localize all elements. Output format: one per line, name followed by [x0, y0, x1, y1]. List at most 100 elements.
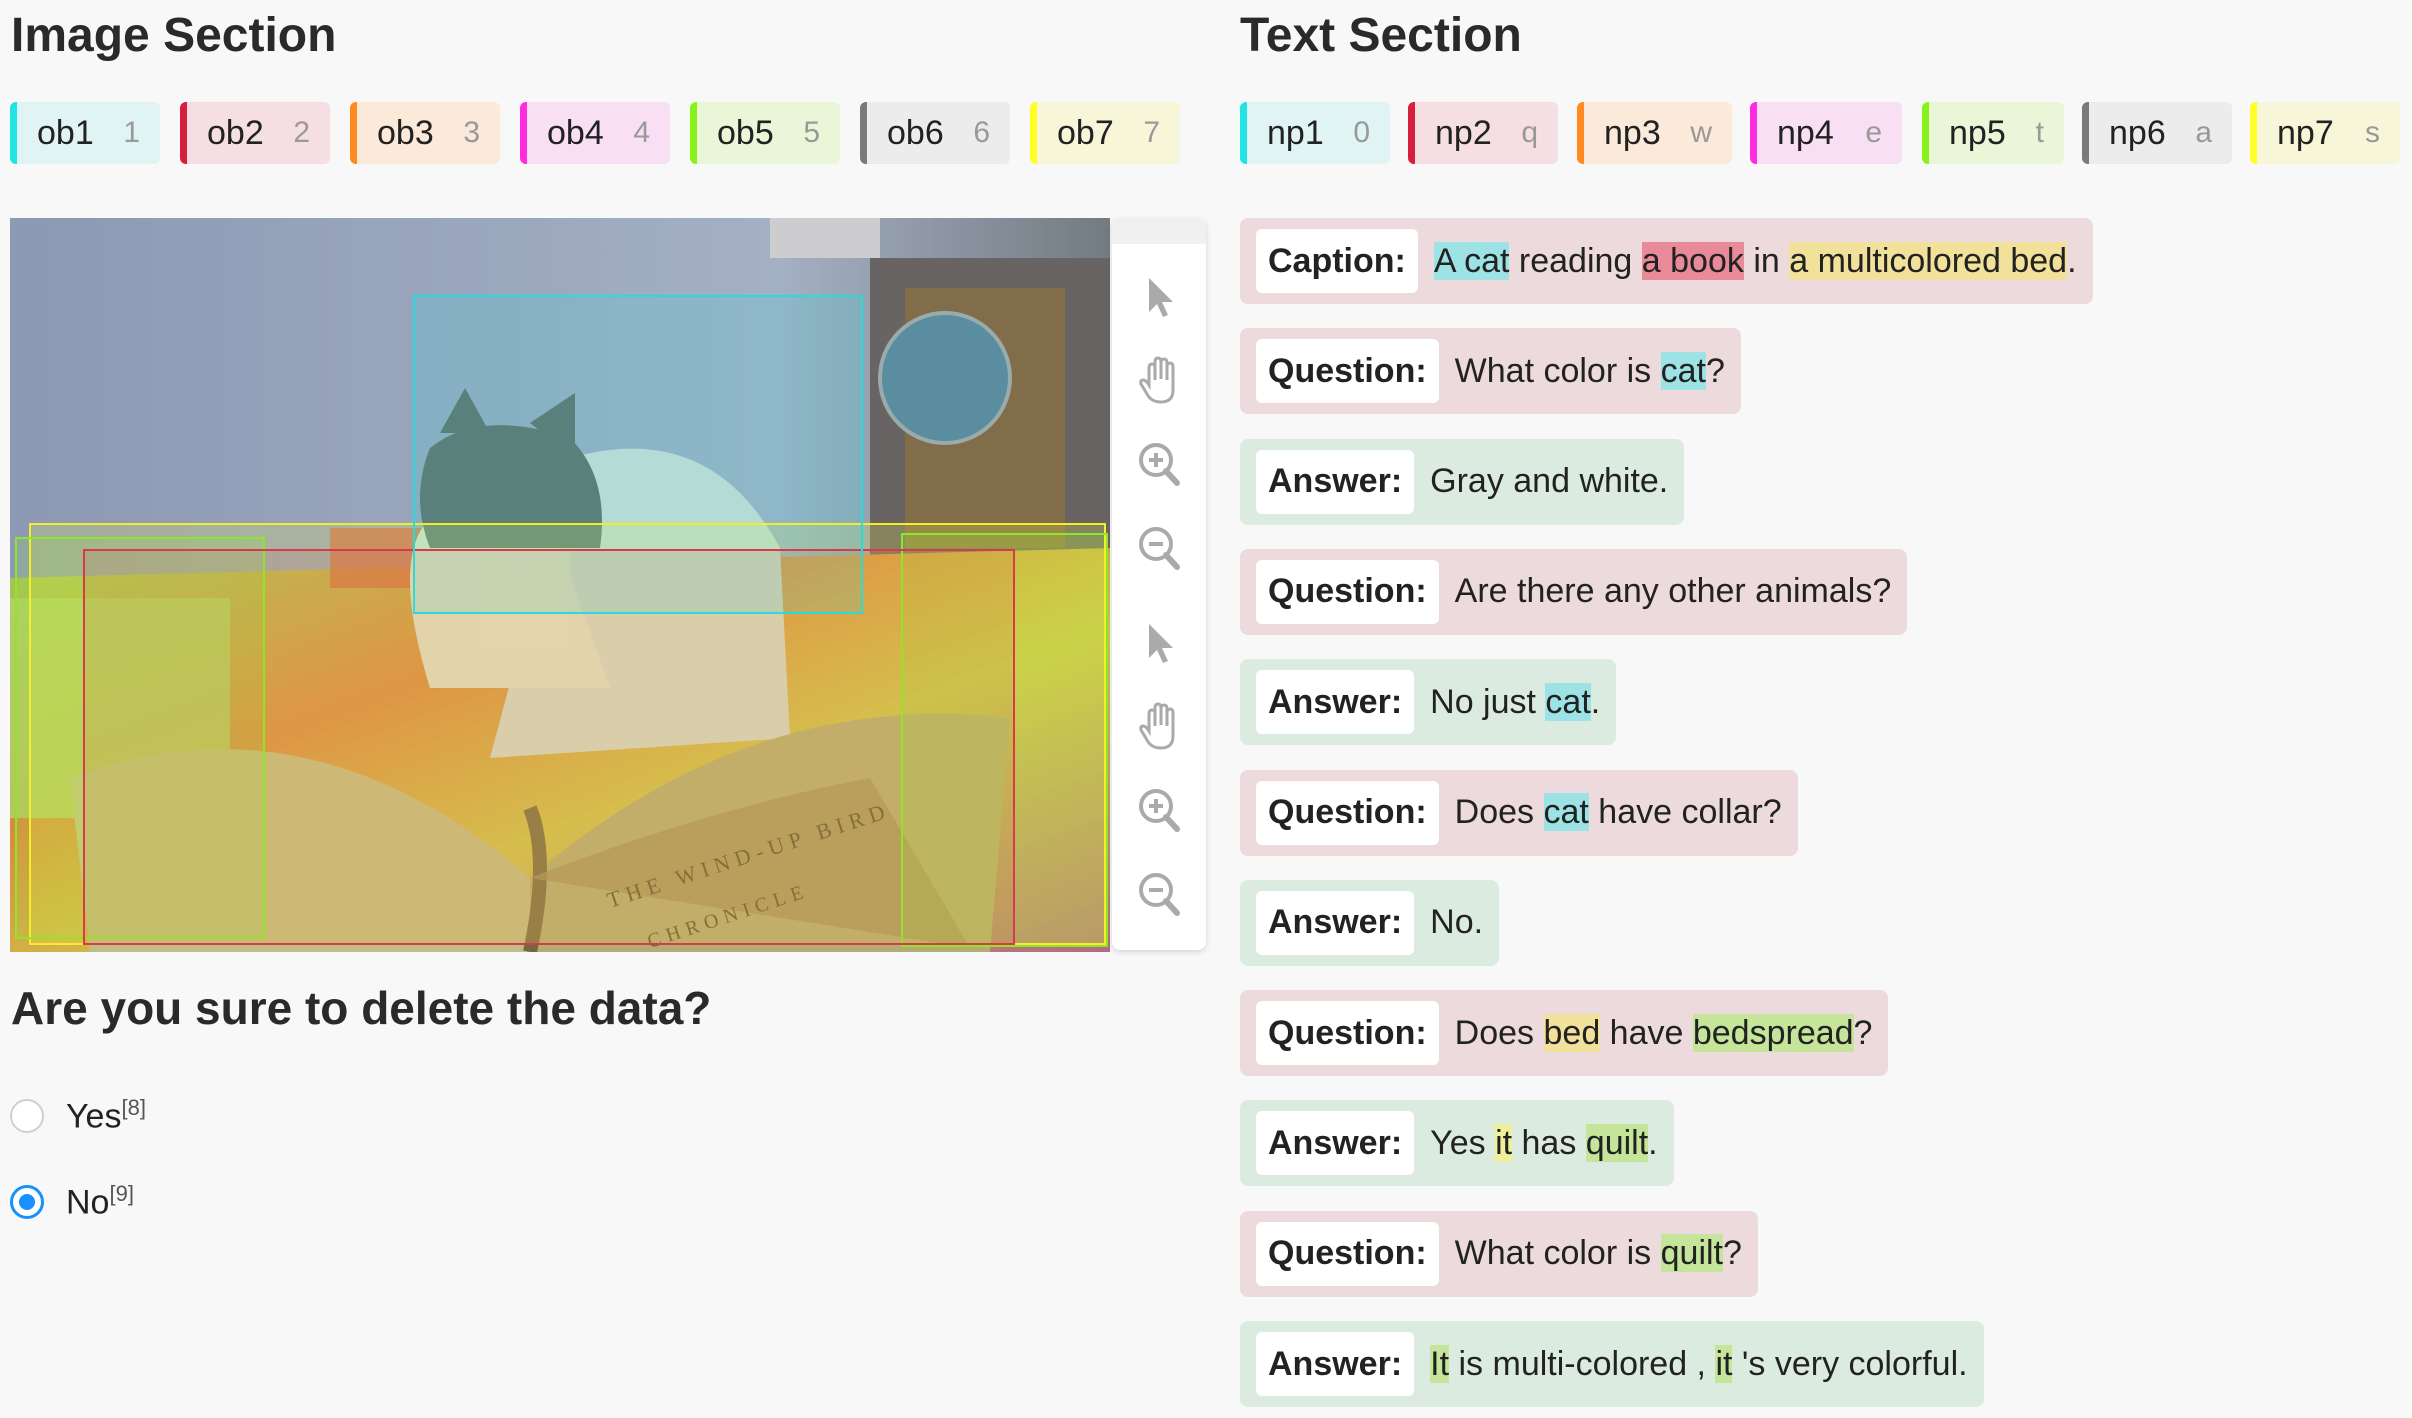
highlighted-phrase[interactable]: A cat	[1433, 241, 1510, 280]
phrase-label-np2[interactable]: np2 q	[1408, 102, 1558, 164]
text-section-title: Text Section	[1240, 9, 1522, 62]
annotation-image-panel[interactable]: THE WIND-UP BIRD CHRONICLE	[10, 218, 1110, 952]
zoom-out-icon	[1139, 527, 1180, 570]
radio-option-no[interactable]: No[9]	[10, 1181, 134, 1222]
question-label: Question:	[1256, 339, 1439, 404]
phrase-label-name: np6	[2109, 113, 2166, 152]
question-label: Question:	[1256, 559, 1439, 624]
phrase-label-hotkey: q	[1521, 116, 1538, 149]
highlighted-phrase[interactable]: it	[1495, 1123, 1513, 1162]
answer-label: Answer:	[1256, 1111, 1415, 1176]
phrase-label-hotkey: t	[2035, 116, 2044, 149]
object-label-ob4[interactable]: ob4 4	[520, 102, 670, 164]
question-label: Question:	[1256, 1221, 1439, 1286]
highlighted-phrase[interactable]: It	[1430, 1344, 1450, 1383]
caption-label: Caption:	[1256, 229, 1418, 293]
radio-no-label: No[9]	[66, 1181, 134, 1222]
object-label-hotkey: 5	[803, 116, 820, 149]
phrase-label-hotkey: s	[2365, 116, 2380, 149]
object-label-name: ob2	[207, 113, 264, 152]
radio-yes[interactable]	[10, 1099, 44, 1133]
phrase-label-hotkey: a	[2195, 116, 2212, 149]
answer-turn: Answer: No just cat.	[1240, 659, 1617, 746]
hand-tool-button[interactable]	[1131, 698, 1187, 754]
object-label-ob2[interactable]: ob2 2	[180, 102, 330, 164]
question-text[interactable]: Are there any other animals?	[1455, 572, 1892, 611]
zoom-out-tool-button[interactable]	[1131, 866, 1187, 922]
pointer-icon	[1149, 624, 1173, 663]
object-label-ob6[interactable]: ob6 6	[860, 102, 1010, 164]
radio-yes-label: Yes[8]	[66, 1095, 146, 1136]
radio-no-hotkey: [9]	[109, 1181, 134, 1207]
phrase-label-np5[interactable]: np5 t	[1922, 102, 2064, 164]
highlighted-phrase[interactable]: quilt	[1660, 1234, 1723, 1273]
highlighted-phrase[interactable]: cat	[1660, 351, 1706, 390]
object-label-hotkey: 7	[1143, 116, 1160, 149]
zoom-out-tool-button[interactable]	[1131, 520, 1187, 576]
question-text[interactable]: What color is cat?	[1455, 351, 1725, 391]
object-label-hotkey: 3	[463, 116, 480, 149]
object-label-hotkey: 2	[293, 116, 310, 149]
answer-label: Answer:	[1256, 890, 1415, 955]
hand-tool-button[interactable]	[1131, 352, 1187, 408]
pointer-tool-button[interactable]	[1131, 268, 1187, 324]
radio-no[interactable]	[10, 1185, 44, 1219]
answer-text[interactable]: Gray and white.	[1430, 462, 1668, 501]
object-label-ob7[interactable]: ob7 7	[1030, 102, 1180, 164]
question-text[interactable]: What color is quilt?	[1455, 1234, 1742, 1273]
highlighted-phrase[interactable]: a multicolored bed	[1789, 241, 2068, 280]
answer-turn: Answer: No.	[1240, 879, 1500, 966]
highlighted-phrase[interactable]: bedspread	[1692, 1013, 1854, 1052]
object-label-name: ob7	[1057, 113, 1114, 152]
hand-icon	[1139, 356, 1175, 404]
radio-yes-hotkey: [8]	[121, 1095, 146, 1121]
highlighted-phrase[interactable]: a book	[1641, 241, 1744, 280]
highlighted-phrase[interactable]: it	[1715, 1344, 1733, 1383]
radio-option-yes[interactable]: Yes[8]	[10, 1095, 146, 1136]
image-section-title: Image Section	[11, 9, 337, 62]
object-label-ob3[interactable]: ob3 3	[350, 102, 500, 164]
question-text[interactable]: Does bed have bedspread?	[1455, 1013, 1872, 1053]
phrase-label-name: np3	[1604, 113, 1661, 152]
object-label-name: ob1	[37, 113, 94, 152]
phrase-label-np6[interactable]: np6 a	[2082, 102, 2232, 164]
caption-text[interactable]: A cat reading a book in a multicolored b…	[1433, 241, 2077, 281]
question-turn: Question: Does cat have collar?	[1240, 769, 1798, 856]
phrase-label-np3[interactable]: np3 w	[1577, 102, 1732, 164]
zoom-out-icon	[1139, 873, 1180, 916]
answer-text[interactable]: No.	[1430, 903, 1483, 942]
highlighted-phrase[interactable]: bed	[1543, 1013, 1601, 1052]
caption-turn: Caption: A cat reading a book in a multic…	[1240, 218, 2093, 304]
phrase-label-hotkey: e	[1865, 116, 1882, 149]
zoom-in-tool-button[interactable]	[1131, 436, 1187, 492]
highlighted-phrase[interactable]: quilt	[1585, 1123, 1649, 1162]
answer-text[interactable]: Yes it has quilt.	[1430, 1123, 1658, 1163]
pointer-tool-button[interactable]	[1131, 614, 1187, 670]
answer-turn: Answer: Gray and white.	[1240, 438, 1685, 525]
annotated-photo[interactable]: THE WIND-UP BIRD CHRONICLE	[10, 218, 1110, 952]
zoom-in-tool-button[interactable]	[1131, 782, 1187, 838]
phrase-label-hotkey: 0	[1353, 116, 1370, 149]
phrase-label-hotkey: w	[1690, 116, 1712, 149]
object-label-hotkey: 1	[123, 116, 140, 149]
highlighted-phrase[interactable]: cat	[1543, 793, 1589, 831]
object-label-ob1[interactable]: ob1 1	[10, 102, 160, 164]
phrase-label-name: np1	[1267, 113, 1324, 152]
answer-label: Answer:	[1256, 449, 1415, 514]
question-turn: Question: What color is quilt?	[1240, 1210, 1758, 1297]
object-label-name: ob6	[887, 113, 944, 152]
question-text[interactable]: Does cat have collar?	[1455, 793, 1782, 832]
phrase-label-np1[interactable]: np1 0	[1240, 102, 1390, 164]
object-label-name: ob4	[547, 113, 604, 152]
phrase-label-np7[interactable]: np7 s	[2250, 102, 2400, 164]
phrase-label-name: np5	[1949, 113, 2006, 152]
question-turn: Question: Are there any other animals?	[1240, 548, 1908, 635]
answer-text[interactable]: It is multi-colored , it 's very colorfu…	[1430, 1344, 1968, 1384]
zoom-in-icon	[1139, 443, 1180, 486]
question-turn: Question: What color is cat?	[1240, 328, 1741, 415]
object-label-ob5[interactable]: ob5 5	[690, 102, 840, 164]
phrase-label-name: np2	[1435, 113, 1492, 152]
phrase-label-np4[interactable]: np4 e	[1750, 102, 1902, 164]
highlighted-phrase[interactable]: cat	[1545, 682, 1591, 721]
answer-text[interactable]: No just cat.	[1430, 682, 1600, 722]
